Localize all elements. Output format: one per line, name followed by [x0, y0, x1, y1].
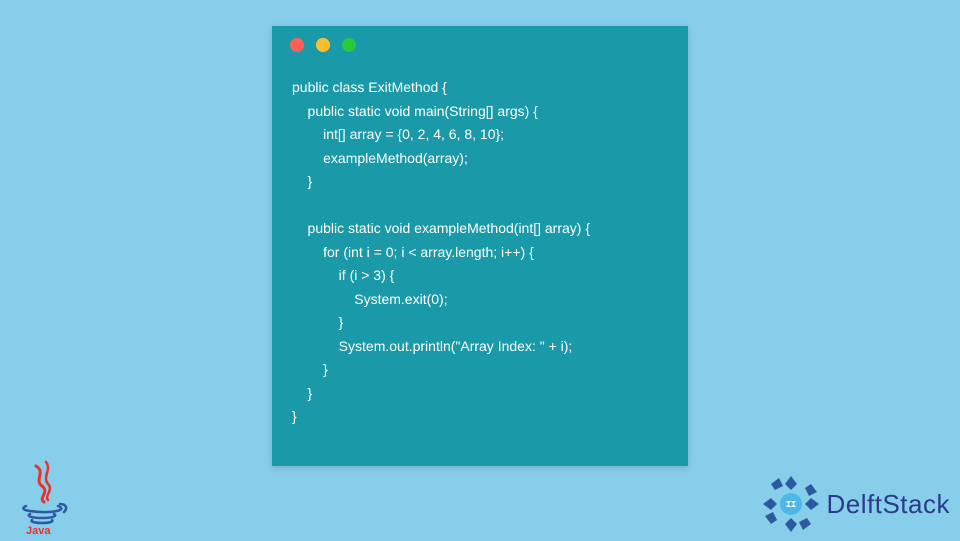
maximize-icon — [342, 38, 356, 52]
java-label: Java — [26, 525, 51, 536]
delftstack-icon — [761, 474, 821, 534]
delftstack-logo: DelftStack — [761, 474, 951, 534]
close-icon — [290, 38, 304, 52]
delftstack-label: DelftStack — [827, 489, 951, 520]
window-titlebar — [272, 26, 688, 64]
code-window: public class ExitMethod { public static … — [272, 26, 688, 466]
minimize-icon — [316, 38, 330, 52]
code-block: public class ExitMethod { public static … — [272, 64, 688, 449]
java-logo-icon: Java — [16, 460, 72, 536]
